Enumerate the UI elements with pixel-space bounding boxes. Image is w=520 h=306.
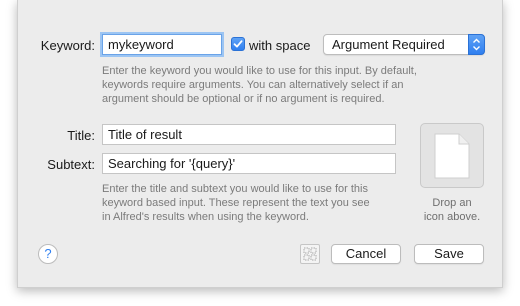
- title-field[interactable]: Title of result: [102, 124, 396, 145]
- with-space-checkbox[interactable]: [231, 37, 245, 51]
- keyword-field[interactable]: mykeyword: [102, 34, 222, 55]
- checkmark-icon: [233, 40, 243, 48]
- icon-drop-well[interactable]: [420, 123, 484, 188]
- keyword-help-text: Enter the keyword you would like to use …: [102, 65, 417, 105]
- icon-drop-hint: Drop an icon above.: [423, 197, 481, 223]
- save-button[interactable]: Save: [414, 244, 484, 264]
- help-button[interactable]: ?: [38, 244, 58, 264]
- updown-chevron-icon: [473, 38, 480, 51]
- cancel-button[interactable]: Cancel: [331, 244, 401, 264]
- with-space-label[interactable]: with space: [249, 38, 310, 53]
- subtext-help-text: Enter the title and subtext you would li…: [102, 183, 370, 223]
- select-stepper: [468, 34, 485, 55]
- keyword-label: Keyword:: [40, 38, 95, 53]
- subtext-label: Subtext:: [47, 157, 95, 172]
- title-label: Title:: [67, 128, 95, 143]
- grid-icon: [303, 247, 317, 261]
- blank-document-icon: [434, 133, 470, 179]
- subtext-field[interactable]: Searching for '{query}': [102, 153, 396, 174]
- argument-select-value: Argument Required: [332, 37, 445, 52]
- grid-button[interactable]: [300, 244, 320, 264]
- argument-select[interactable]: Argument Required: [323, 34, 485, 55]
- keyword-input-sheet: Keyword: mykeyword with space Argument R…: [17, 0, 503, 288]
